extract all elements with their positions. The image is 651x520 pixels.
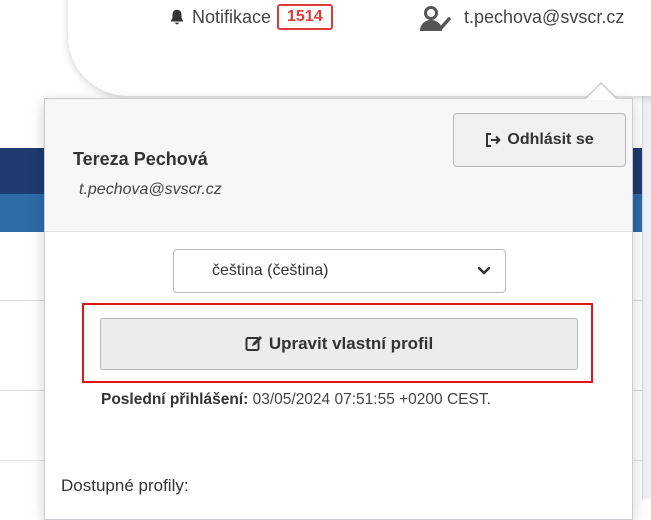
panel-header: Tereza Pechová t.pechova@svscr.cz Odhlás… [45, 99, 632, 232]
user-header: Notifikace 1514 t.pechova@svscr.cz [68, 0, 651, 96]
sign-out-icon [486, 133, 501, 147]
bell-icon [170, 9, 184, 25]
language-selected-value: čeština (čeština) [212, 262, 329, 279]
chevron-down-icon [477, 266, 491, 275]
edit-profile-label: Upravit vlastní profil [268, 334, 434, 353]
user-check-icon [420, 6, 451, 31]
user-email-secondary: t.pechova@svscr.cz [79, 181, 222, 198]
notifications-count-badge: 1514 [277, 4, 333, 30]
logout-button[interactable]: Odhlásit se [453, 113, 626, 167]
available-profiles-label: Dostupné profily: [61, 476, 189, 495]
edit-profile-button[interactable]: Upravit vlastní profil [100, 318, 578, 370]
edit-icon [245, 336, 262, 351]
user-name: Tereza Pechová [73, 149, 208, 169]
user-email: t.pechova@svscr.cz [464, 6, 625, 27]
language-select[interactable]: čeština (čeština) [173, 249, 506, 293]
notifications-label: Notifikace [192, 6, 272, 27]
notifications-link[interactable]: Notifikace 1514 [168, 2, 333, 32]
last-login-value: 03/05/2024 07:51:55 +0200 CEST. [252, 391, 491, 408]
user-menu-toggle[interactable]: t.pechova@svscr.cz [418, 2, 624, 32]
logout-label: Odhlásit se [507, 131, 594, 148]
panel-caret-fill [585, 84, 617, 100]
user-dropdown-panel: Tereza Pechová t.pechova@svscr.cz Odhlás… [44, 98, 633, 520]
last-login-label: Poslední přihlášení: [101, 391, 249, 408]
last-login-info: Poslední přihlášení: 03/05/2024 07:51:55… [101, 387, 601, 412]
